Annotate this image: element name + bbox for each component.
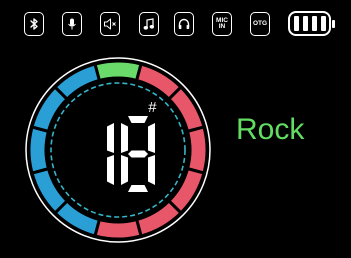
ring-segment — [93, 217, 143, 241]
sharp-symbol: # — [148, 99, 157, 116]
ring-segment — [93, 59, 143, 83]
digit-segment — [128, 116, 148, 123]
digit-segment — [107, 155, 114, 185]
digit-segment — [128, 150, 148, 158]
ring-segment — [52, 62, 102, 102]
outer-ring-line — [25, 57, 211, 243]
screen: MIC IN OTG # Rock — [0, 0, 351, 258]
mode-label: Rock — [236, 113, 305, 146]
ring-segment — [30, 166, 70, 216]
digit-segment — [121, 123, 128, 153]
digit-segment — [148, 155, 155, 185]
digit-segment — [121, 155, 128, 185]
digit-segment — [128, 185, 148, 192]
inner-dashed-circle — [50, 82, 186, 218]
ring-segment — [134, 198, 184, 238]
digit-segment — [107, 123, 114, 153]
ring-segment — [27, 125, 51, 175]
value-digits — [107, 116, 155, 192]
digit-segment — [148, 123, 155, 153]
ring-segment — [166, 84, 206, 134]
ring-segment — [185, 125, 209, 175]
